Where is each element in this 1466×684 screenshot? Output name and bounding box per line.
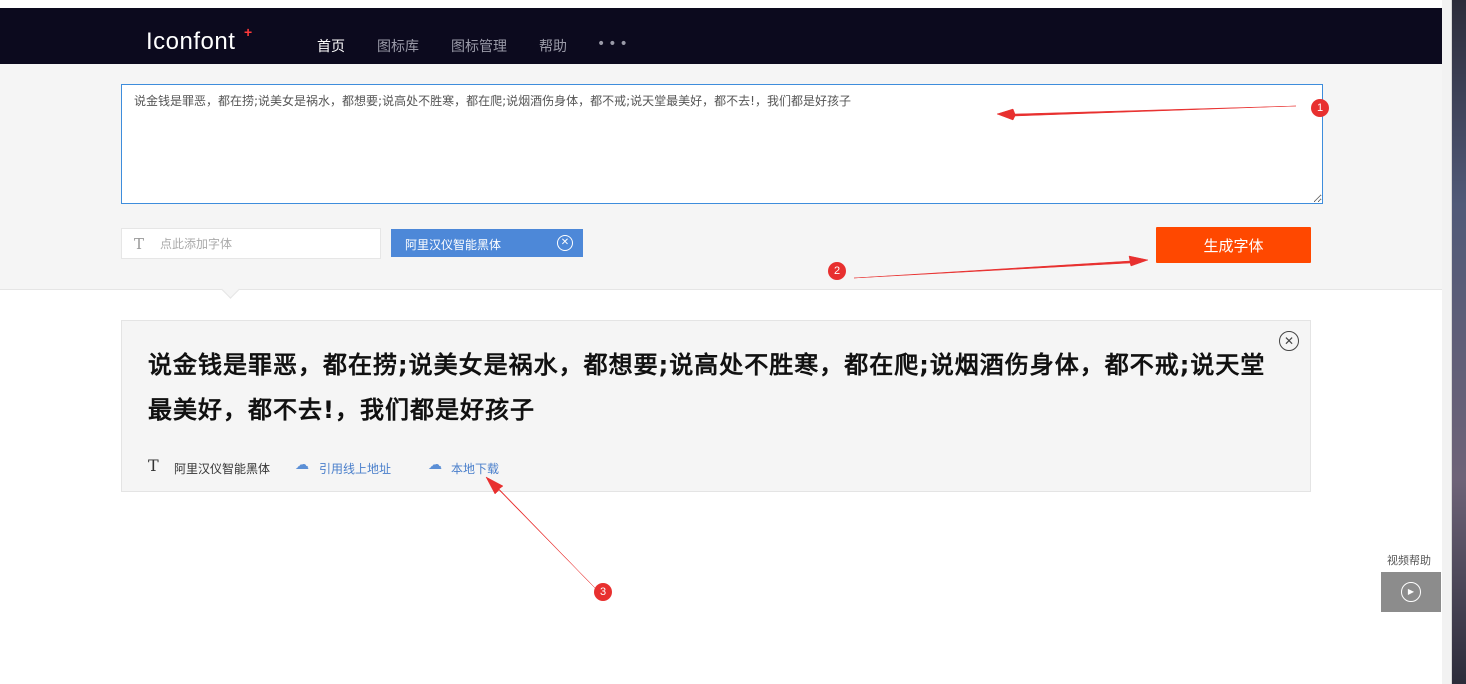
vertical-scrollbar[interactable]	[1442, 0, 1452, 684]
desktop-edge	[1452, 0, 1466, 684]
annotation-marker-2: 2	[828, 262, 846, 280]
annotation-arrows	[485, 105, 1297, 589]
video-help-label: 视频帮助	[1387, 554, 1431, 567]
annotation-marker-1: 1	[1311, 99, 1329, 117]
annotation-marker-3: 3	[594, 583, 612, 601]
annotation-arrow-3	[485, 476, 596, 589]
play-icon: ▶	[1401, 582, 1421, 602]
annotation-arrow-1	[996, 105, 1297, 121]
annotation-arrow-2	[853, 255, 1149, 279]
video-thumbnail[interactable]: ▶	[1381, 572, 1441, 612]
